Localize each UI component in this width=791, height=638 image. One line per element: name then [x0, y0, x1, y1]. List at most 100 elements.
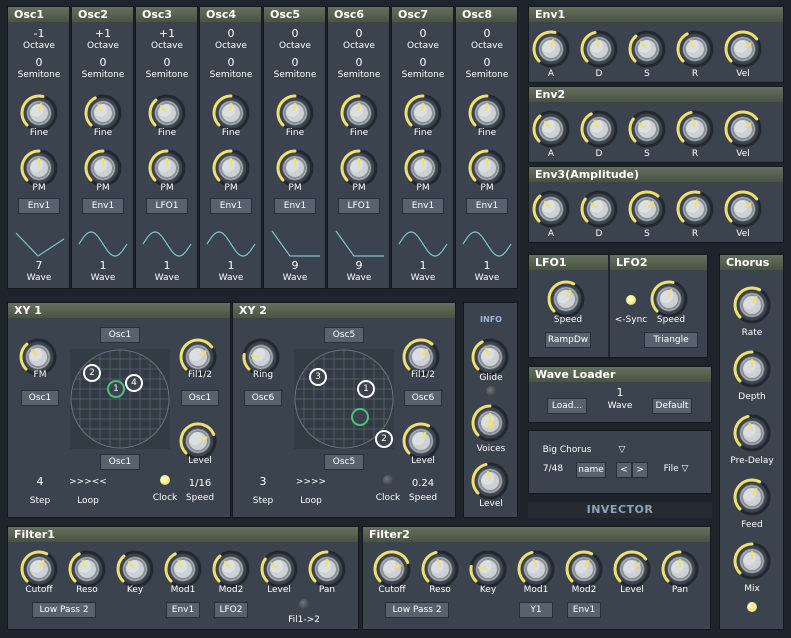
wave-value[interactable]: 1 — [100, 260, 107, 272]
preset-dropdown-icon[interactable]: ▽ — [619, 445, 626, 456]
env2-knob-0[interactable] — [531, 109, 571, 149]
xy2-node-3[interactable]: 2 — [375, 430, 393, 448]
master-level-knob[interactable] — [470, 461, 510, 501]
wave-label: Wave — [90, 273, 116, 283]
xy1-bottom-source-button[interactable]: Osc1 — [100, 454, 140, 470]
wave-value[interactable]: 9 — [356, 260, 363, 272]
filter1-knob-0[interactable] — [19, 549, 59, 589]
filter1-type-button[interactable]: Low Pass 2 — [32, 602, 96, 618]
filter1-knob-6[interactable] — [307, 549, 347, 589]
env3-knob-3[interactable] — [675, 189, 715, 229]
xy1-speed-value[interactable]: 1/16 — [189, 478, 211, 490]
lfo1-waveform-button[interactable]: RampDw — [545, 332, 591, 348]
xy1-level-label: Level — [188, 456, 212, 466]
chorus-knob-3[interactable] — [732, 477, 772, 517]
filter1-knob-5[interactable] — [259, 549, 299, 589]
filter2-knob-3[interactable] — [516, 549, 556, 589]
xy2-loop-value[interactable]: >>>> — [296, 476, 326, 488]
env2-knob-4[interactable] — [723, 109, 763, 149]
xy1-step-value[interactable]: 4 — [37, 476, 44, 488]
filter2-knob-2[interactable] — [468, 549, 508, 589]
env2-knob-2[interactable] — [627, 109, 667, 149]
filter1-knob-label: Key — [126, 585, 144, 595]
chorus-knob-1[interactable] — [732, 349, 772, 389]
preset-name[interactable]: Big Chorus — [543, 445, 592, 456]
lfo2-sync-led[interactable] — [626, 295, 636, 305]
filter2-mod2-source-button[interactable]: Env1 — [567, 602, 601, 618]
filter1-knob-2[interactable] — [115, 549, 155, 589]
xy2-top-source-button[interactable]: Osc5 — [324, 327, 364, 343]
filter2-type-button[interactable]: Low Pass 2 — [385, 602, 449, 618]
filter2-knob-5[interactable] — [612, 549, 652, 589]
xy1-left-source-button[interactable]: Osc1 — [21, 390, 59, 406]
wave-value[interactable]: 9 — [292, 260, 299, 272]
filter2-knob-label: Cutoff — [378, 585, 406, 595]
wave-default-button[interactable]: Default — [652, 398, 692, 414]
filter-route-led[interactable] — [299, 599, 309, 609]
lfo2-waveform-button[interactable]: Triangle — [644, 332, 698, 348]
filter2-knob-0[interactable] — [372, 549, 412, 589]
xy2-bottom-source-button[interactable]: Osc5 — [324, 454, 364, 470]
preset-prev-button[interactable]: < — [616, 462, 632, 478]
chorus-knob-4[interactable] — [732, 541, 772, 581]
filter2-knob-4[interactable] — [564, 549, 604, 589]
xy1-loop-value[interactable]: >>><< — [69, 476, 107, 488]
env1-knob-3[interactable] — [675, 29, 715, 69]
wave-value[interactable]: 1 — [228, 260, 235, 272]
env1-knob-1[interactable] — [579, 29, 619, 69]
env2-knob-1[interactable] — [579, 109, 619, 149]
env3-knob-2[interactable] — [627, 189, 667, 229]
xy1-node-0[interactable]: 2 — [83, 364, 101, 382]
filter2-knob-1[interactable] — [420, 549, 460, 589]
xy2-step-value[interactable]: 3 — [260, 476, 267, 488]
env1-knob-0[interactable] — [531, 29, 571, 69]
xy2-node-1[interactable]: 1 — [357, 380, 375, 398]
filter2-mod1-source-button[interactable]: Y1 — [519, 602, 553, 618]
env3-knob-1[interactable] — [579, 189, 619, 229]
xy1-node-1[interactable]: 4 — [125, 374, 143, 392]
wave-load-button[interactable]: Load... — [547, 398, 587, 414]
filter1-mod1-source-button[interactable]: Env1 — [166, 602, 200, 618]
xy2-node-2[interactable] — [351, 408, 369, 426]
wave-value[interactable]: 1 — [164, 260, 171, 272]
env1-knob-4[interactable] — [723, 29, 763, 69]
preset-next-button[interactable]: > — [632, 462, 648, 478]
filter2-knob-6[interactable] — [660, 549, 700, 589]
glide-led[interactable] — [486, 386, 496, 396]
wave-value[interactable]: 1 — [484, 260, 491, 272]
xy1-top-source-button[interactable]: Osc1 — [100, 327, 140, 343]
xy2-level-knob[interactable] — [401, 421, 441, 461]
xy2-clock-led[interactable] — [383, 475, 393, 485]
env3-knob-0[interactable] — [531, 189, 571, 229]
preset-name-button[interactable]: name — [576, 462, 606, 478]
xy1-level-knob[interactable] — [178, 421, 218, 461]
filter1-mod2-source-button[interactable]: LFO2 — [214, 602, 248, 618]
glide-knob[interactable] — [470, 337, 510, 377]
voices-label: Voices — [476, 444, 506, 454]
wave-value[interactable]: 1 — [420, 260, 427, 272]
lfo1-speed-knob[interactable] — [546, 279, 586, 319]
env1-knob-2[interactable] — [627, 29, 667, 69]
xy1-clock-led[interactable] — [160, 475, 170, 485]
filter1-knob-1[interactable] — [67, 549, 107, 589]
xy1-node-2[interactable]: 1 — [107, 380, 125, 398]
filter1-knob-4[interactable] — [211, 549, 251, 589]
chorus-enable-led[interactable] — [747, 602, 757, 612]
filter2-knob-label: Key — [479, 585, 497, 595]
wave-loader-value[interactable]: 1 — [617, 387, 624, 399]
preset-file-menu[interactable]: File ▽ — [664, 464, 689, 475]
xy1-right-source-button[interactable]: Osc1 — [181, 390, 219, 406]
xy1-pad[interactable]: 2 41 — [70, 349, 170, 449]
xy2-node-0[interactable]: 3 — [309, 368, 327, 386]
xy2-pad[interactable]: 3 1 2 — [294, 349, 394, 449]
env2-knob-3[interactable] — [675, 109, 715, 149]
xy2-right-source-button[interactable]: Osc6 — [404, 390, 442, 406]
wave-value[interactable]: 7 — [36, 260, 43, 272]
xy2-speed-value[interactable]: 0.24 — [412, 478, 434, 490]
env3-knob-4[interactable] — [723, 189, 763, 229]
chorus-knob-0[interactable] — [732, 285, 772, 325]
filter1-knob-3[interactable] — [163, 549, 203, 589]
lfo2-speed-knob[interactable] — [649, 279, 689, 319]
xy2-left-source-button[interactable]: Osc6 — [244, 390, 282, 406]
chorus-knob-2[interactable] — [732, 413, 772, 453]
